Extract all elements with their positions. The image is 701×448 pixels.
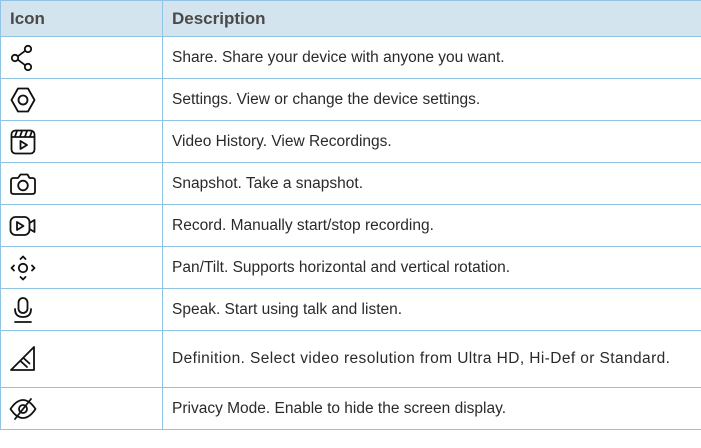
icon-cell — [0, 162, 163, 205]
table-row: Settings. View or change the device sett… — [0, 78, 701, 121]
pan-tilt-icon — [10, 255, 36, 280]
description-cell: Speak. Start using talk and listen. — [162, 288, 701, 331]
icon-cell — [0, 288, 163, 331]
icon-cell — [0, 330, 163, 388]
table-row: Privacy Mode. Enable to hide the screen … — [0, 387, 701, 430]
table-row: Video History. View Recordings. — [0, 120, 701, 163]
definition-icon — [10, 346, 35, 371]
video-history-icon — [10, 129, 36, 154]
speak-icon — [14, 296, 32, 323]
privacy-mode-icon — [9, 397, 37, 420]
table-row: Record. Manually start/stop recording. — [0, 204, 701, 247]
table-row: Speak. Start using talk and listen. — [0, 288, 701, 331]
table-row: Pan/Tilt. Supports horizontal and vertic… — [0, 246, 701, 289]
description-cell: Pan/Tilt. Supports horizontal and vertic… — [162, 246, 701, 289]
icon-cell — [0, 387, 163, 430]
description-cell: Settings. View or change the device sett… — [162, 78, 701, 121]
description-cell: Share. Share your device with anyone you… — [162, 36, 701, 79]
description-cell: Record. Manually start/stop recording. — [162, 204, 701, 247]
share-icon — [10, 44, 33, 71]
icon-cell — [0, 204, 163, 247]
column-header-icon: Icon — [0, 0, 163, 37]
description-cell: Video History. View Recordings. — [162, 120, 701, 163]
column-header-description: Description — [162, 0, 701, 37]
record-icon — [9, 215, 36, 236]
description-cell: Privacy Mode. Enable to hide the screen … — [162, 387, 701, 430]
description-cell: Snapshot. Take a snapshot. — [162, 162, 701, 205]
icon-description-table: Icon Description Share. Share your devic… — [0, 0, 701, 430]
snapshot-icon — [10, 173, 36, 195]
table-row: Definition. Select video resolution from… — [0, 330, 701, 388]
description-cell: Definition. Select video resolution from… — [162, 330, 701, 388]
icon-cell — [0, 78, 163, 121]
settings-icon — [10, 87, 36, 112]
icon-cell — [0, 120, 163, 163]
table-row: Snapshot. Take a snapshot. — [0, 162, 701, 205]
icon-cell — [0, 246, 163, 289]
icon-cell — [0, 36, 163, 79]
table-row: Share. Share your device with anyone you… — [0, 36, 701, 79]
table-header-row: Icon Description — [0, 0, 701, 37]
